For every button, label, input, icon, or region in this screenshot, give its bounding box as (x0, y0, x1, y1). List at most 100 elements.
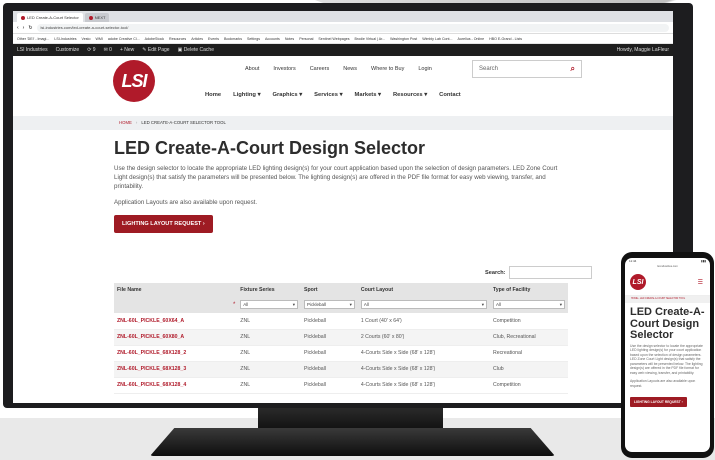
nav-home[interactable]: Home (205, 92, 221, 98)
bookmark-item[interactable]: Wimbly Lab Cont... (422, 37, 452, 41)
file-name-link[interactable]: ZNL-60L_PICKLE_60X80_A (114, 329, 238, 346)
url-field[interactable]: lsi-industries.com/led-create-a-court-se… (36, 23, 669, 32)
signal-icon: ▮▮▮ (701, 259, 706, 263)
lsi-logo[interactable]: LSI (113, 60, 155, 102)
table-cell: 1 Court (40' x 64') (357, 313, 490, 330)
nav-login[interactable]: Login (418, 66, 431, 72)
phone-lsi-logo[interactable]: LSI (630, 274, 646, 290)
bookmark-item[interactable]: LSI-Industries (54, 37, 76, 41)
nav-resources[interactable]: Resources ▾ (393, 92, 427, 98)
nav-services[interactable]: Services ▾ (314, 92, 342, 98)
bookmark-item[interactable]: Aurelius - Online (458, 37, 485, 41)
bookmark-item[interactable]: Accounts (265, 37, 280, 41)
phone-request-button[interactable]: LIGHTING LAYOUT REQUEST › (630, 397, 687, 407)
nav-lighting[interactable]: Lighting ▾ (233, 92, 260, 98)
sport-select[interactable]: Pickleball ▾ (304, 300, 355, 309)
nav-careers[interactable]: Careers (310, 66, 330, 72)
bookmark-item[interactable]: WMI (96, 37, 103, 41)
file-name-link[interactable]: ZNL-60L_PICKLE_68X128_2 (114, 345, 238, 362)
file-name-link[interactable]: ZNL-60L_PICKLE_60X64_A (114, 313, 238, 330)
wp-site-name[interactable]: LSI Industries (17, 47, 48, 53)
bookmark-item[interactable]: Settings (247, 37, 260, 41)
bookmark-item[interactable]: Events (208, 37, 219, 41)
intro-text: Use the design selector to locate the ap… (114, 165, 558, 190)
bookmark-item[interactable]: HBO E-Grand - Lists (489, 37, 522, 41)
monitor-stand-neck (258, 408, 443, 430)
wp-greeting[interactable]: Howdy, Maggie LaFleur (617, 47, 669, 53)
site-search-input[interactable]: Search ⌕ (472, 60, 582, 78)
wp-comments[interactable]: ✉ 0 (104, 47, 112, 53)
lighting-layout-request-button[interactable]: LIGHTING LAYOUT REQUEST › (114, 215, 213, 233)
table-search: Search: (485, 266, 592, 279)
search-placeholder: Search (479, 66, 499, 72)
table-cell: Pickleball (301, 329, 358, 346)
nav-markets[interactable]: Markets ▾ (355, 92, 381, 98)
wp-admin-bar: LSI Industries Customize ⟳ 9 ✉ 0 + New ✎… (13, 44, 673, 56)
wp-new[interactable]: + New (120, 47, 134, 53)
reload-icon[interactable]: ↻ (28, 25, 32, 31)
breadcrumb-current: LED CREATE-A-COURT SELECTOR TOOL (141, 120, 226, 125)
phone-screen: 11:44 ▮▮▮ lsi-industries.com LSI ☰ HOME … (625, 258, 710, 452)
hamburger-menu-icon[interactable]: ☰ (698, 279, 703, 286)
phone-breadcrumb: HOME › LED CREATE-A-COURT SELECTOR TOOL (625, 296, 710, 303)
top-nav: About Investors Careers News Where to Bu… (245, 66, 432, 72)
col-sport[interactable]: Sport (301, 283, 358, 296)
wp-updates[interactable]: ⟳ 9 (87, 47, 95, 53)
phone-page-title: LED Create-A-Court Design Selector (630, 306, 705, 341)
file-name-link[interactable]: ZNL-60L_PICKLE_68X128_4 (114, 377, 238, 394)
file-name-link[interactable]: ZNL-60L_PICKLE_68X128_3 (114, 361, 238, 378)
breadcrumb-home[interactable]: HOME (119, 120, 132, 130)
wp-edit-page[interactable]: ✎ Edit Page (142, 47, 169, 53)
table-row: ZNL-60L_PICKLE_60X80_A ZNL Pickleball 2 Cou… (114, 329, 568, 346)
nav-news[interactable]: News (343, 66, 357, 72)
table-cell: 2 Courts (60' x 80') (357, 329, 490, 346)
facility-type-select[interactable]: All ▾ (492, 300, 565, 309)
chevron-down-icon: ▾ (559, 302, 562, 307)
court-layout-select[interactable]: All ▾ (360, 300, 487, 309)
bookmarks-bar: Other 'DEI' - Imagi... LSI-Industries Vest… (13, 34, 673, 44)
wp-delete-cache[interactable]: ▣ Delete Cache (178, 47, 214, 53)
monitor-stand-base (150, 428, 555, 456)
updates-count: 9 (92, 47, 96, 53)
table-row: ZNL-60L_PICKLE_68X128_3 ZNL Pickleball 4-Co… (114, 361, 568, 378)
search-icon[interactable]: ⌕ (571, 65, 575, 73)
nav-investors[interactable]: Investors (273, 66, 295, 72)
col-court-layout[interactable]: Court Layout (357, 283, 490, 296)
tab-label: NEXT (94, 15, 106, 20)
address-bar-row: ‹ › ↻ lsi-industries.com/led-create-a-co… (13, 22, 673, 34)
bookmark-item[interactable]: Resources (169, 37, 186, 41)
nav-contact[interactable]: Contact (439, 92, 461, 98)
back-icon[interactable]: ‹ (17, 25, 19, 31)
nav-where-to-buy[interactable]: Where to Buy (371, 66, 404, 72)
bookmark-item[interactable]: Bookmarks (224, 37, 242, 41)
table-cell: ZNL (237, 377, 302, 394)
bookmark-item[interactable]: Notes (285, 37, 294, 41)
filter-cell: Pickleball ▾ (301, 296, 358, 313)
forward-icon[interactable]: › (23, 25, 25, 31)
browser-tab-active[interactable]: LED Create-A-Court Selector (17, 13, 83, 22)
bookmark-item[interactable]: Articles (191, 37, 203, 41)
chevron-down-icon: ▾ (292, 302, 296, 307)
bookmark-item[interactable]: adobe Creative Cl... (108, 37, 140, 41)
nav-about[interactable]: About (245, 66, 259, 72)
col-file-name[interactable]: File Name (114, 283, 238, 296)
bookmark-item[interactable]: Sentinel Webpages (318, 37, 349, 41)
select-value: Pickleball (307, 302, 327, 307)
bookmark-item[interactable]: Other 'DEI' - Imagi... (17, 37, 49, 41)
bookmark-item[interactable]: Vesto (82, 37, 91, 41)
bookmark-item[interactable]: Brodie Virtual | Ar... (355, 37, 386, 41)
browser-tab[interactable]: NEXT (84, 13, 110, 22)
select-value: All (243, 302, 249, 307)
col-facility-type[interactable]: Type of Facility (489, 283, 568, 296)
nav-graphics[interactable]: Graphics ▾ (273, 92, 303, 98)
breadcrumb-separator: › (135, 120, 138, 125)
bookmark-item[interactable]: Personal (299, 37, 313, 41)
bookmark-item[interactable]: AdobeStock (145, 37, 164, 41)
table-search-input[interactable] (508, 266, 592, 279)
col-fixture-series[interactable]: Fixture Series (237, 283, 302, 296)
filter-cell: All ▾ (489, 296, 568, 313)
bookmark-item[interactable]: Washington Post (390, 37, 417, 41)
fixture-series-select[interactable]: All ▾ (240, 300, 299, 309)
wp-customize[interactable]: Customize (56, 47, 80, 53)
tab-label: LED Create-A-Court Selector (27, 15, 79, 20)
